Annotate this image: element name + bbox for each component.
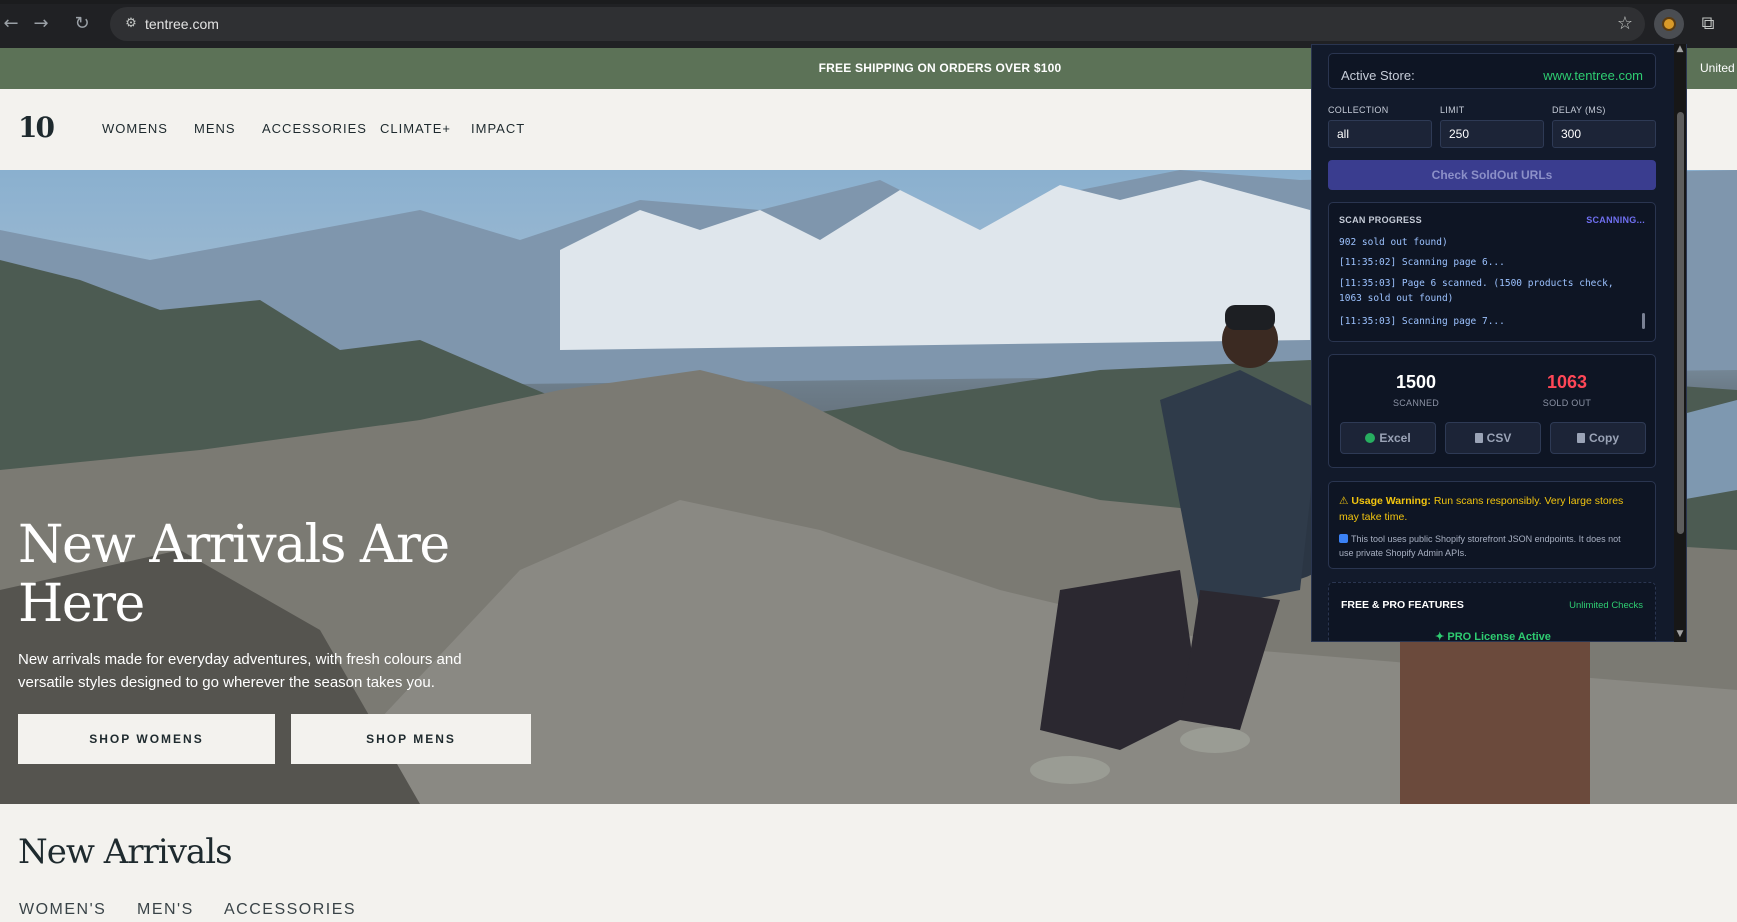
- delay-label: DELAY (MS): [1552, 105, 1606, 115]
- usage-note-text: This tool uses public Shopify storefront…: [1339, 534, 1621, 558]
- extensions-puzzle-icon[interactable]: ⧉: [1696, 12, 1720, 36]
- country-selector[interactable]: United: [1700, 61, 1735, 75]
- stats-card: 1500 SCANNED 1063 SOLD OUT Excel CSV Cop…: [1328, 354, 1656, 468]
- pro-license-status: ✦ PRO License Active: [1329, 630, 1657, 642]
- nav-climate[interactable]: CLIMATE+: [380, 121, 451, 136]
- bookmark-star-icon[interactable]: ☆: [1617, 13, 1633, 35]
- limit-input[interactable]: 250: [1440, 120, 1544, 148]
- csv-file-icon: [1474, 433, 1483, 443]
- collection-input[interactable]: all: [1328, 120, 1432, 148]
- warning-icon: ⚠: [1339, 495, 1352, 507]
- nav-mens[interactable]: MENS: [194, 121, 236, 136]
- collection-label: COLLECTION: [1328, 105, 1389, 115]
- usage-note: This tool uses public Shopify storefront…: [1339, 532, 1631, 560]
- tab-accessories[interactable]: ACCESSORIES: [224, 901, 356, 919]
- browser-toolbar: ← → ↻ ⚙ tentree.com ☆ ⧉: [0, 0, 1737, 48]
- tentree-logo[interactable]: 10: [18, 111, 55, 144]
- usage-warning-lead: Usage Warning:: [1351, 495, 1431, 507]
- sold-out-count: 1063: [1546, 372, 1588, 392]
- popup-scroll-thumb[interactable]: [1677, 112, 1684, 534]
- log-scrollbar[interactable]: [1642, 313, 1645, 329]
- features-card: FREE & PRO FEATURES Unlimited Checks ✦ P…: [1328, 582, 1657, 642]
- tab-womens[interactable]: WOMEN'S: [19, 901, 106, 919]
- address-bar[interactable]: ⚙ tentree.com ☆: [110, 7, 1645, 41]
- pro-license-text: PRO License Active: [1447, 631, 1551, 642]
- csv-label: CSV: [1486, 431, 1512, 445]
- popup-scrollbar[interactable]: ▲ ▼: [1674, 44, 1686, 642]
- nav-womens[interactable]: WOMENS: [102, 121, 168, 136]
- export-excel-button[interactable]: Excel: [1340, 422, 1436, 454]
- log-line: [11:35:03] Scanning page 7...: [1339, 316, 1505, 327]
- extension-popup: Active Store: www.tentree.com COLLECTION…: [1311, 44, 1687, 642]
- forward-icon[interactable]: →: [30, 13, 52, 35]
- scan-progress-title: SCAN PROGRESS: [1339, 215, 1422, 225]
- new-arrivals-heading: New Arrivals: [18, 832, 233, 872]
- nav-accessories[interactable]: ACCESSORIES: [262, 121, 367, 136]
- reload-icon[interactable]: ↻: [71, 13, 93, 35]
- scan-status: SCANNING...: [1586, 215, 1645, 225]
- usage-warning-card: ⚠ Usage Warning: Run scans responsibly. …: [1328, 481, 1656, 569]
- hero-title: New Arrivals Are Here: [18, 515, 450, 634]
- scroll-up-icon[interactable]: ▲: [1675, 44, 1685, 54]
- sparkle-icon: ✦: [1435, 631, 1448, 642]
- hero-subtitle: New arrivals made for everyday adventure…: [18, 651, 462, 691]
- shop-mens-button[interactable]: SHOP MENS: [291, 714, 531, 764]
- shop-womens-button[interactable]: SHOP WOMENS: [18, 714, 275, 764]
- site-info-icon[interactable]: ⚙: [122, 15, 140, 33]
- url-text[interactable]: tentree.com: [145, 15, 219, 33]
- scan-progress-card: SCAN PROGRESS SCANNING... 902 sold out f…: [1328, 202, 1656, 342]
- extension-logo-icon: [1662, 17, 1676, 31]
- delay-input[interactable]: 300: [1552, 120, 1656, 148]
- excel-icon: [1365, 433, 1376, 443]
- nav-impact[interactable]: IMPACT: [471, 121, 525, 136]
- scanned-label: SCANNED: [1392, 398, 1440, 408]
- check-soldout-button[interactable]: Check SoldOut URLs: [1328, 160, 1656, 190]
- active-store-value: www.tentree.com: [1543, 68, 1643, 83]
- scroll-down-icon[interactable]: ▼: [1675, 629, 1685, 639]
- export-csv-button[interactable]: CSV: [1445, 422, 1541, 454]
- active-store-label: Active Store:: [1341, 68, 1415, 83]
- scanned-count: 1500: [1395, 372, 1437, 392]
- usage-warning-text: ⚠ Usage Warning: Run scans responsibly. …: [1339, 493, 1631, 525]
- copy-label: Copy: [1589, 431, 1619, 445]
- log-line: 902 sold out found): [1339, 237, 1448, 248]
- unlimited-checks-badge: Unlimited Checks: [1569, 600, 1643, 611]
- tab-strip-edge: [0, 0, 1737, 4]
- limit-label: LIMIT: [1440, 105, 1465, 115]
- excel-label: Excel: [1379, 431, 1411, 445]
- tab-mens[interactable]: MEN'S: [137, 901, 194, 919]
- copy-button[interactable]: Copy: [1550, 422, 1646, 454]
- sold-out-label: SOLD OUT: [1542, 398, 1592, 408]
- features-title: FREE & PRO FEATURES: [1341, 599, 1464, 611]
- back-icon[interactable]: ←: [0, 13, 22, 35]
- log-line: [11:35:03] Page 6 scanned. (1500 product…: [1339, 278, 1614, 304]
- extension-icon[interactable]: [1654, 9, 1684, 39]
- clipboard-icon: [1577, 433, 1585, 443]
- active-store-card: Active Store: www.tentree.com: [1328, 53, 1656, 89]
- info-icon: [1339, 534, 1348, 543]
- log-line: [11:35:02] Scanning page 6...: [1339, 257, 1505, 268]
